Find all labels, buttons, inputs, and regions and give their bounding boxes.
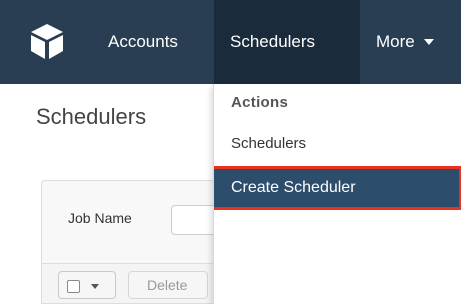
nav-more-label: More <box>376 32 415 51</box>
logo-cube-icon[interactable] <box>27 21 67 61</box>
top-navbar: Accounts Schedulers More <box>0 0 461 84</box>
select-all-checkbox[interactable] <box>67 280 80 293</box>
chevron-down-icon <box>91 284 99 289</box>
nav-more-menu[interactable]: More <box>376 0 434 84</box>
select-all-dropdown[interactable] <box>58 271 116 299</box>
job-name-label: Job Name <box>68 210 132 226</box>
menu-item-schedulers[interactable]: Schedulers <box>231 135 306 152</box>
menu-item-create-scheduler[interactable]: Create Scheduler <box>214 166 461 210</box>
menu-item-create-scheduler-label: Create Scheduler <box>231 179 356 196</box>
nav-tab-accounts-label: Accounts <box>108 32 178 51</box>
dropdown-header-actions: Actions <box>231 94 289 111</box>
nav-tab-accounts[interactable]: Accounts <box>108 0 178 84</box>
page-title: Schedulers <box>36 104 147 129</box>
delete-button[interactable]: Delete <box>128 271 208 299</box>
chevron-down-icon <box>423 38 434 45</box>
nav-tab-schedulers[interactable]: Schedulers <box>214 0 360 84</box>
nav-tab-schedulers-label: Schedulers <box>230 32 316 51</box>
schedulers-dropdown-menu: Actions Schedulers Create Scheduler <box>213 84 461 304</box>
